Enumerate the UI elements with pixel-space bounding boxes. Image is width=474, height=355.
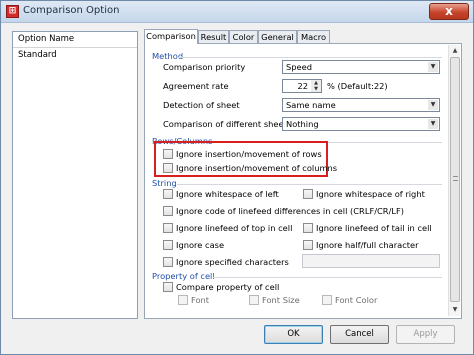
- ok-button[interactable]: OK: [264, 325, 323, 344]
- apply-button[interactable]: Apply: [396, 325, 455, 344]
- method-divider: [177, 57, 442, 58]
- different-sheet-label: Comparison of different sheet: [163, 119, 287, 129]
- spinner-arrows-icon[interactable]: ▲ ▼: [311, 80, 321, 92]
- grip-icon: [453, 176, 458, 181]
- option-name-header[interactable]: Option Name: [13, 32, 137, 48]
- cancel-button[interactable]: Cancel: [330, 325, 389, 344]
- app-icon: ⊞: [6, 5, 19, 18]
- ignore-ws-left-label[interactable]: Ignore whitespace of left: [176, 189, 279, 199]
- list-item-standard[interactable]: Standard: [13, 48, 137, 62]
- font-label[interactable]: Font: [191, 295, 209, 305]
- agreement-rate-stepper[interactable]: 22 ▲ ▼: [282, 79, 322, 93]
- specified-characters-input[interactable]: [302, 254, 440, 268]
- comparison-priority-select[interactable]: Speed ▼: [282, 60, 440, 74]
- ignore-rows-checkbox[interactable]: [163, 149, 173, 159]
- ignore-case-checkbox[interactable]: [163, 240, 173, 250]
- ignore-linefeed-top-label[interactable]: Ignore linefeed of top in cell: [176, 223, 292, 233]
- ignore-ws-right-checkbox[interactable]: [303, 189, 313, 199]
- chevron-down-icon: ▼: [428, 100, 438, 110]
- detection-of-sheet-label: Detection of sheet: [163, 100, 240, 110]
- font-size-label[interactable]: Font Size: [262, 295, 300, 305]
- font-checkbox[interactable]: [178, 295, 188, 305]
- string-section-title: String: [152, 178, 177, 188]
- tab-color[interactable]: Color: [229, 30, 258, 43]
- compare-property-label[interactable]: Compare property of cell: [176, 282, 279, 292]
- string-divider: [177, 184, 442, 185]
- ignore-specified-label[interactable]: Ignore specified characters: [176, 257, 289, 267]
- ignore-half-full-label[interactable]: Ignore half/full character: [316, 240, 419, 250]
- chevron-down-icon: ▼: [428, 119, 438, 129]
- ignore-linefeed-code-checkbox[interactable]: [163, 206, 173, 216]
- font-color-checkbox[interactable]: [322, 295, 332, 305]
- tab-macro[interactable]: Macro: [297, 30, 330, 43]
- ignore-columns-label[interactable]: Ignore insertion/movement of columns: [176, 163, 337, 173]
- compare-property-checkbox[interactable]: [163, 282, 173, 292]
- ignore-half-full-checkbox[interactable]: [303, 240, 313, 250]
- detection-of-sheet-value: Same name: [286, 100, 336, 110]
- option-name-list[interactable]: Option Name Standard: [12, 31, 138, 319]
- ignore-ws-right-label[interactable]: Ignore whitespace of right: [316, 189, 425, 199]
- scroll-thumb[interactable]: [450, 57, 460, 302]
- ignore-rows-label[interactable]: Ignore insertion/movement of rows: [176, 149, 322, 159]
- title-bar: ⊞ Comparison Option x: [1, 1, 473, 23]
- property-section-title: Property of cell: [152, 271, 215, 281]
- comparison-option-window: ⊞ Comparison Option x Option Name Standa…: [0, 0, 474, 355]
- tab-comparison[interactable]: Comparison: [144, 29, 198, 44]
- ignore-linefeed-top-checkbox[interactable]: [163, 223, 173, 233]
- close-button[interactable]: x: [429, 3, 469, 20]
- ignore-columns-checkbox[interactable]: [163, 163, 173, 173]
- tab-general[interactable]: General: [258, 30, 297, 43]
- font-size-checkbox[interactable]: [249, 295, 259, 305]
- tab-result[interactable]: Result: [198, 30, 229, 43]
- method-section-title: Method: [152, 51, 184, 61]
- chevron-down-icon: ▼: [428, 62, 438, 72]
- vertical-scrollbar[interactable]: ▲ ▼: [448, 45, 460, 316]
- comparison-priority-label: Comparison priority: [163, 62, 246, 72]
- ignore-ws-left-checkbox[interactable]: [163, 189, 173, 199]
- scroll-down-icon[interactable]: ▼: [450, 305, 460, 315]
- comparison-priority-value: Speed: [286, 62, 313, 72]
- agreement-rate-value: 22: [297, 81, 308, 91]
- ignore-case-label[interactable]: Ignore case: [176, 240, 224, 250]
- different-sheet-value: Nothing: [286, 119, 319, 129]
- detection-of-sheet-select[interactable]: Same name ▼: [282, 98, 440, 112]
- ignore-linefeed-tail-checkbox[interactable]: [303, 223, 313, 233]
- window-title: Comparison Option: [23, 5, 120, 16]
- scroll-up-icon[interactable]: ▲: [450, 46, 460, 56]
- font-color-label[interactable]: Font Color: [335, 295, 377, 305]
- agreement-rate-label: Agreement rate: [163, 81, 229, 91]
- agreement-default-note: % (Default:22): [327, 81, 388, 91]
- ignore-specified-checkbox[interactable]: [163, 257, 173, 267]
- ignore-linefeed-code-label[interactable]: Ignore code of linefeed differences in c…: [176, 206, 404, 216]
- property-divider: [213, 277, 442, 278]
- different-sheet-select[interactable]: Nothing ▼: [282, 117, 440, 131]
- ignore-linefeed-tail-label[interactable]: Ignore linefeed of tail in cell: [316, 223, 432, 233]
